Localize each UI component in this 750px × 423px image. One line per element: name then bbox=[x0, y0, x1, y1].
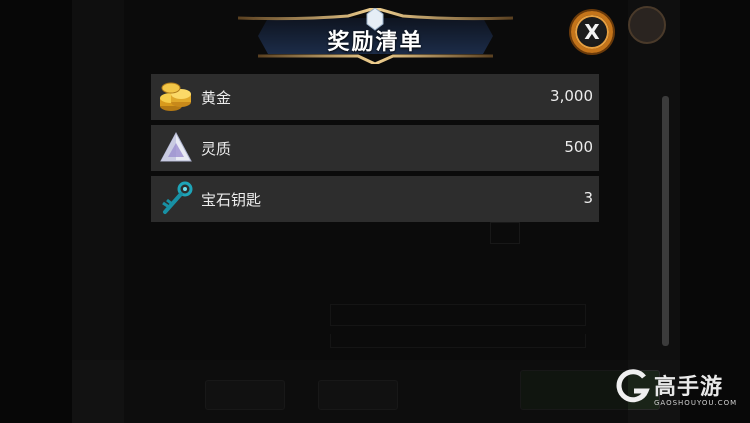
gold-coins-icon bbox=[157, 78, 195, 116]
reward-name: 黄金 bbox=[201, 89, 232, 107]
brand-logo-icon bbox=[616, 369, 650, 403]
title-banner: 奖励清单 bbox=[237, 6, 514, 66]
reward-amount: 500 bbox=[564, 138, 593, 156]
background-right-strip bbox=[680, 0, 750, 423]
close-icon: X bbox=[584, 20, 600, 44]
watermark-brand: 高手游 bbox=[654, 375, 724, 400]
background-left-strip bbox=[0, 0, 72, 423]
background-close-button bbox=[628, 6, 666, 44]
reward-row-spirit: 灵质 500 bbox=[151, 125, 599, 171]
dialog-title: 奖励清单 bbox=[327, 30, 424, 55]
reward-name: 灵质 bbox=[201, 140, 232, 158]
reward-amount: 3,000 bbox=[550, 87, 593, 105]
crystal-pyramid-icon bbox=[157, 129, 195, 167]
reward-amount: 3 bbox=[583, 189, 593, 207]
gem-key-icon bbox=[157, 180, 195, 218]
reward-row-gem-key: 宝石钥匙 3 bbox=[151, 176, 599, 222]
watermark-logo: 高手游 GAOSHOUYOU.COM bbox=[612, 365, 742, 415]
reward-row-gold: 黄金 3,000 bbox=[151, 74, 599, 120]
scrollbar[interactable] bbox=[662, 96, 669, 346]
watermark-url: GAOSHOUYOU.COM bbox=[654, 399, 738, 407]
reward-name: 宝石钥匙 bbox=[201, 191, 262, 209]
close-button[interactable]: X bbox=[571, 11, 613, 53]
